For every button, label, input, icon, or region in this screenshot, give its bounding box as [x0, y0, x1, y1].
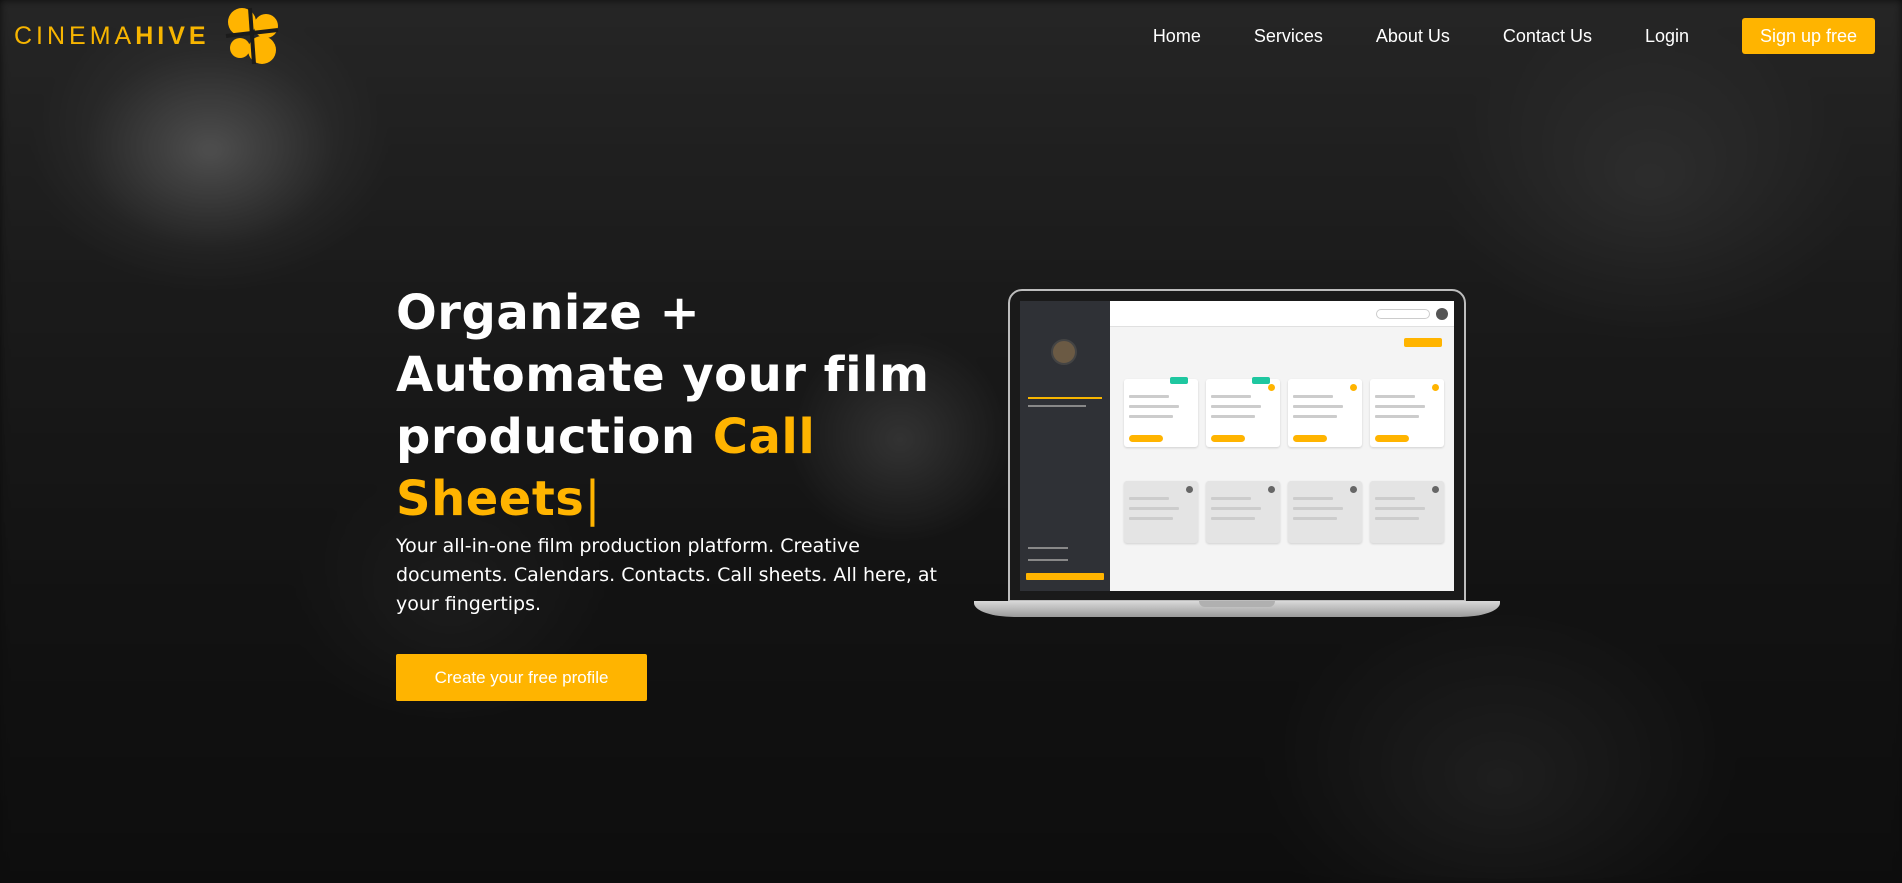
new-badge [1170, 377, 1188, 384]
card-line [1293, 507, 1343, 510]
laptop-mockup-image [974, 289, 1500, 621]
card-line [1293, 395, 1333, 398]
typing-cursor: | [584, 471, 602, 527]
card-line [1211, 507, 1261, 510]
app-add-project-button [1404, 338, 1442, 347]
nav-about-link[interactable]: About Us [1376, 26, 1450, 47]
app-project-card-done [1288, 481, 1362, 543]
app-project-card [1206, 377, 1280, 447]
card-line [1129, 497, 1169, 500]
card-dot [1350, 384, 1357, 391]
card-line [1211, 497, 1251, 500]
hive-logo-icon [225, 7, 278, 65]
app-project-card [1370, 379, 1444, 447]
card-line [1129, 405, 1179, 408]
app-screenshot [1020, 301, 1454, 591]
card-button [1375, 435, 1409, 442]
app-avatar [1051, 339, 1077, 365]
card-dot [1268, 384, 1275, 391]
card-line [1129, 415, 1173, 418]
brand-wordmark: CINEMAHIVE [14, 21, 210, 50]
card-line [1129, 507, 1179, 510]
card-dot [1432, 486, 1439, 493]
card-line [1375, 517, 1419, 520]
signup-button[interactable]: Sign up free [1742, 18, 1875, 54]
new-badge [1252, 377, 1270, 384]
brand-logo[interactable]: CINEMAHIVE [14, 4, 284, 68]
nav-links: Home Services About Us Contact Us Login … [1153, 18, 1902, 54]
hero-title-line3: production [396, 409, 696, 465]
app-search [1376, 309, 1430, 319]
card-dot [1268, 486, 1275, 493]
card-line [1129, 517, 1173, 520]
card-line [1375, 395, 1415, 398]
nav-contact-link[interactable]: Contact Us [1503, 26, 1592, 47]
card-line [1211, 517, 1255, 520]
card-dot [1432, 384, 1439, 391]
card-dot [1350, 486, 1357, 493]
card-line [1211, 405, 1261, 408]
card-line [1293, 517, 1337, 520]
app-project-card-done [1206, 481, 1280, 543]
app-projects-area [1110, 327, 1454, 591]
card-line [1375, 497, 1415, 500]
laptop-lid [1008, 289, 1466, 602]
app-project-card-done [1370, 481, 1444, 543]
card-line [1211, 395, 1251, 398]
app-topbar [1110, 301, 1454, 327]
app-logout-bar [1026, 573, 1104, 580]
create-profile-button[interactable]: Create your free profile [396, 654, 647, 701]
hero-title-highlight: Call [712, 409, 816, 465]
laptop-base [974, 601, 1500, 617]
app-menu-item [1028, 405, 1086, 407]
card-line [1211, 415, 1255, 418]
card-line [1129, 395, 1169, 398]
top-navbar: CINEMAHIVE Home Services About Us Contac… [0, 0, 1902, 70]
card-line [1375, 415, 1419, 418]
app-project-card [1288, 379, 1362, 447]
hero-title-line2: Automate your film [396, 347, 930, 403]
app-menu-item [1028, 397, 1102, 399]
card-line [1293, 497, 1333, 500]
app-menu-item [1028, 547, 1068, 549]
hero-title-line1: Organize + [396, 285, 701, 341]
hero-subtitle: Your all-in-one film production platform… [396, 535, 937, 615]
nav-login-link[interactable]: Login [1645, 26, 1689, 47]
laptop-notch [1199, 601, 1275, 607]
card-line [1293, 415, 1337, 418]
card-button [1293, 435, 1327, 442]
hero-title-highlight-2: Sheets [396, 471, 585, 527]
app-sidebar [1020, 301, 1110, 591]
app-user-avatar [1436, 308, 1448, 320]
card-button [1129, 435, 1163, 442]
nav-home-link[interactable]: Home [1153, 26, 1201, 47]
app-project-card [1124, 377, 1198, 447]
hero-title: Organize + Automate your film production… [396, 282, 956, 530]
app-project-card-done [1124, 481, 1198, 543]
app-menu-item [1028, 559, 1068, 561]
card-line [1375, 507, 1425, 510]
card-line [1293, 405, 1343, 408]
card-dot [1186, 486, 1193, 493]
card-line [1375, 405, 1425, 408]
nav-services-link[interactable]: Services [1254, 26, 1323, 47]
card-button [1211, 435, 1245, 442]
